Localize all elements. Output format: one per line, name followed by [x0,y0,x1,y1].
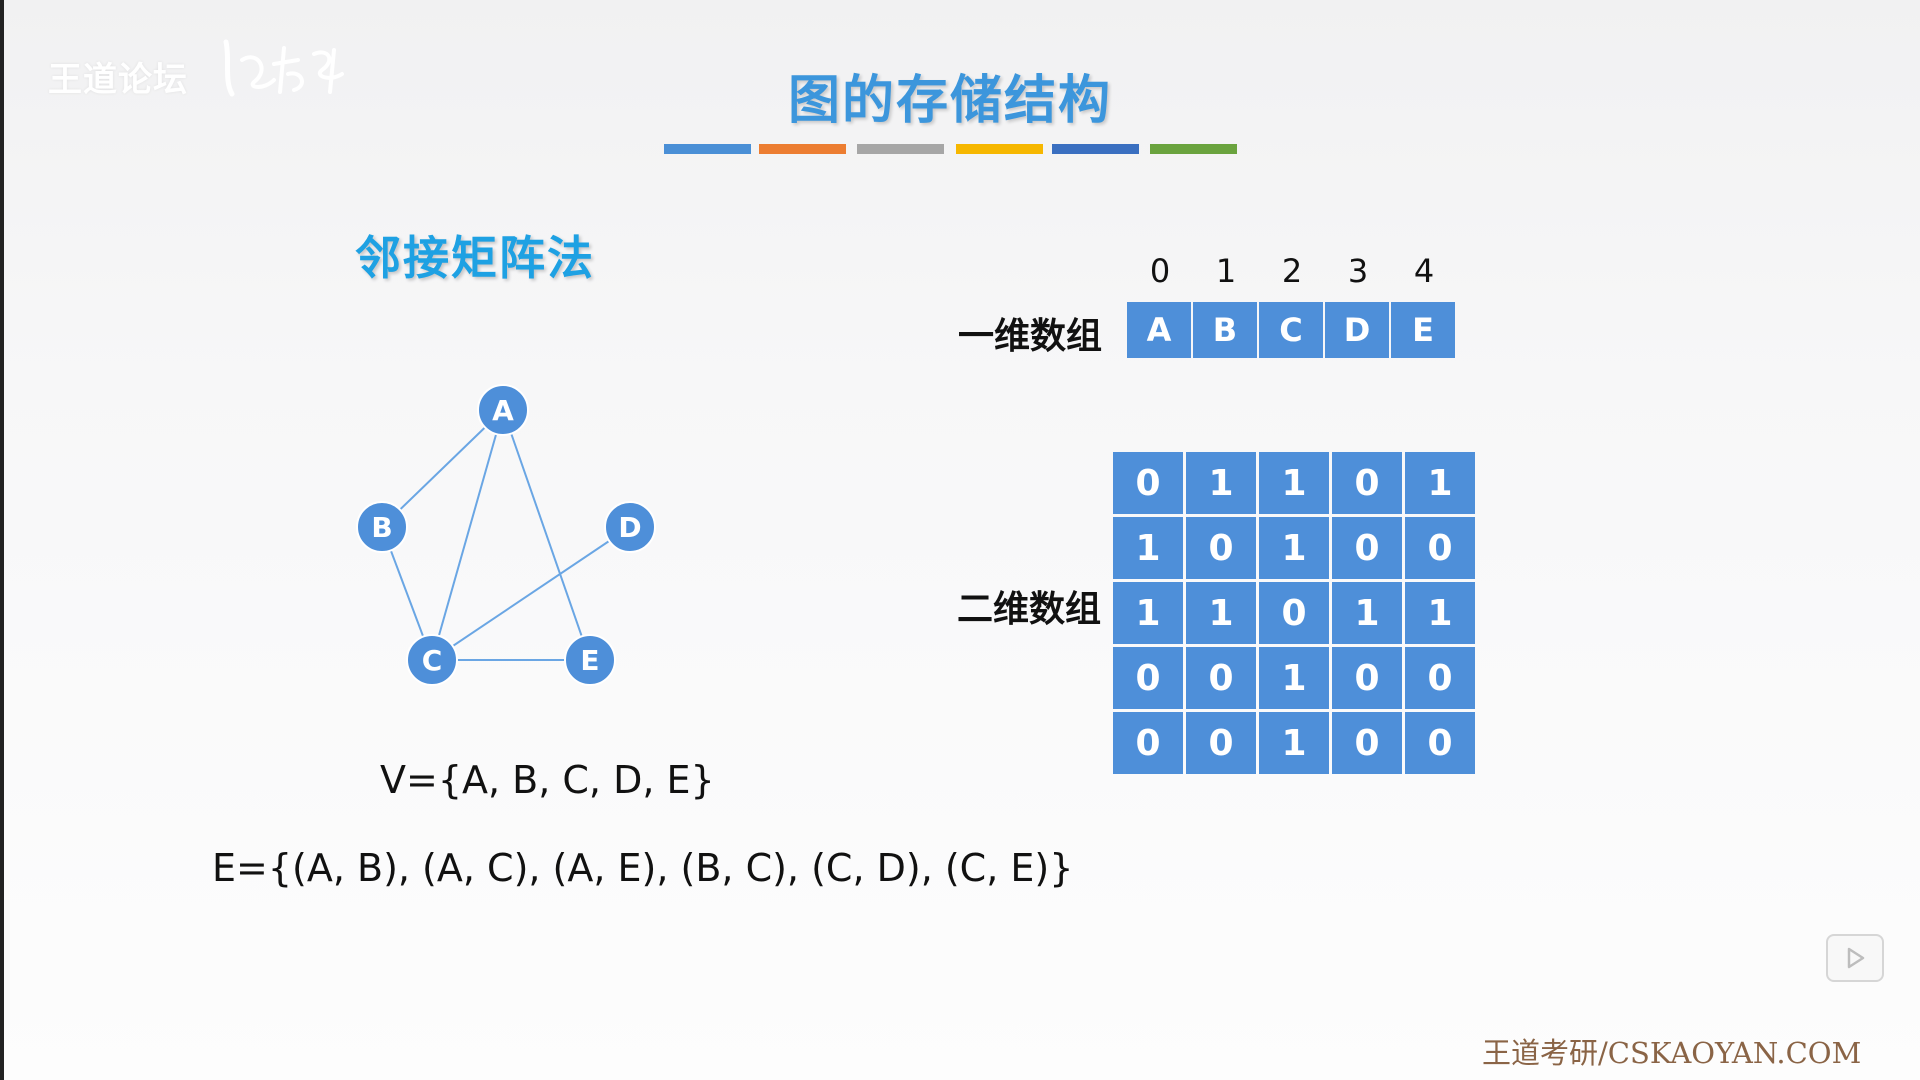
play-icon [1847,947,1865,969]
matrix-cell: 0 [1186,517,1256,579]
matrix-cell: 1 [1259,712,1329,774]
graph-vertex-label: D [618,511,641,544]
graph-edge-AE [502,409,591,661]
array-2d-label: 二维数组 [957,589,1102,630]
matrix-cell: 0 [1332,647,1402,709]
matrix-cell: 1 [1405,452,1475,514]
matrix-cell: 1 [1186,452,1256,514]
section-heading: 邻接矩阵法 [355,231,595,285]
undirected-graph: A B C D E [356,384,656,686]
array-1d-cell: B [1193,302,1257,358]
array-1d-cell: A [1127,302,1191,358]
left-edge-bar [0,0,4,1080]
graph-vertex-A: A [477,384,529,436]
vertex-set: V={A, B, C, D, E} [380,758,715,802]
matrix-cell: 1 [1113,582,1183,644]
page-title: 图的存储结构 [787,71,1112,131]
graph-vertex-C: C [406,634,458,686]
array-1d-label: 一维数组 [958,316,1103,357]
matrix-cell: 0 [1332,452,1402,514]
array-1d-index: 0 [1149,252,1171,290]
matrix-cell: 0 [1186,712,1256,774]
edge-set: E={(A, B), (A, C), (A, E), (B, C), (C, D… [212,846,1074,890]
matrix-cell: 0 [1113,647,1183,709]
graph-vertex-label: B [371,511,392,544]
matrix-cell: 0 [1405,647,1475,709]
array-1d: ABCDE [1127,302,1457,358]
play-button[interactable] [1826,934,1884,982]
array-1d-cell: C [1259,302,1323,358]
array-1d-index: 1 [1215,252,1237,290]
array-1d-cell: E [1391,302,1455,358]
matrix-cell: 1 [1405,582,1475,644]
array-1d-cell: D [1325,302,1389,358]
matrix-cell: 0 [1332,517,1402,579]
graph-edge-AC [431,409,504,661]
title-color-bar [857,144,944,154]
array-1d-index: 4 [1413,252,1435,290]
matrix-cell: 1 [1332,582,1402,644]
array-1d-index: 2 [1281,252,1303,290]
matrix-cell: 1 [1186,582,1256,644]
title-color-bar [956,144,1043,154]
title-color-bar [664,144,751,154]
graph-vertex-label: E [580,644,599,677]
watermark-bottom: 王道考研/CSKAOYAN.COM [1482,1036,1862,1070]
matrix-cell: 0 [1259,582,1329,644]
title-color-bar [1052,144,1139,154]
array-1d-index: 3 [1347,252,1369,290]
matrix-cell: 1 [1113,517,1183,579]
matrix-cell: 0 [1332,712,1402,774]
graph-vertex-label: A [492,394,514,427]
matrix-cell: 1 [1259,517,1329,579]
matrix-cell: 0 [1186,647,1256,709]
title-color-bar [1150,144,1237,154]
title-color-bar [759,144,846,154]
graph-vertex-D: D [604,501,656,553]
matrix-cell: 0 [1405,712,1475,774]
array-1d-indices: 0 1 2 3 4 [1127,252,1457,296]
matrix-cell: 0 [1405,517,1475,579]
matrix-cell: 1 [1259,647,1329,709]
matrix-cell: 1 [1259,452,1329,514]
matrix-cell: 0 [1113,712,1183,774]
graph-vertex-B: B [356,501,408,553]
graph-vertex-E: E [564,634,616,686]
graph-vertex-label: C [422,644,443,677]
matrix-cell: 0 [1113,452,1183,514]
adjacency-matrix: 0110110100110110010000100 [1113,452,1475,774]
